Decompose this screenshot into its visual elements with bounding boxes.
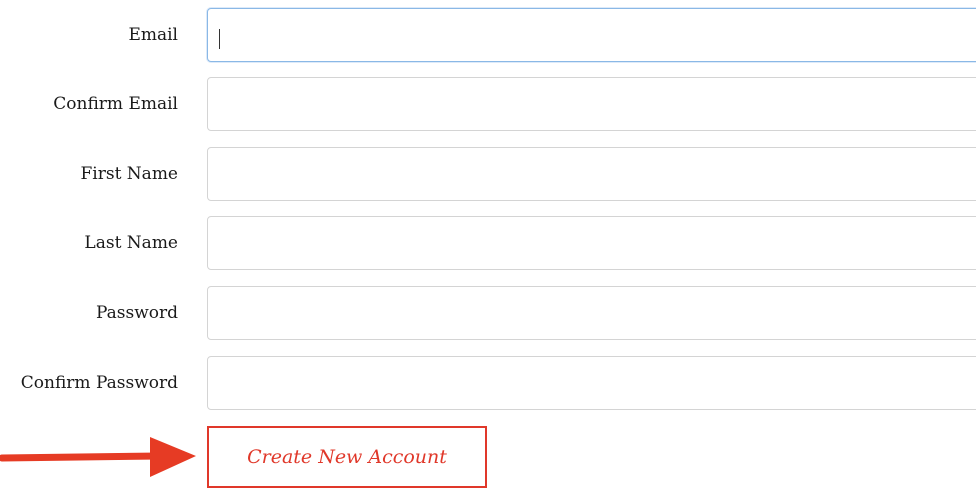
confirm-email-field[interactable] bbox=[207, 77, 976, 131]
last-name-label: Last Name bbox=[84, 233, 178, 253]
password-row: Password bbox=[0, 286, 976, 340]
confirm-password-field[interactable] bbox=[207, 356, 976, 410]
email-label: Email bbox=[128, 25, 178, 45]
last-name-field[interactable] bbox=[207, 216, 976, 270]
last-name-row: Last Name bbox=[0, 216, 976, 270]
text-caret bbox=[219, 29, 220, 49]
email-row: Email bbox=[0, 8, 976, 62]
email-field[interactable] bbox=[207, 8, 976, 62]
first-name-label: First Name bbox=[80, 164, 178, 184]
confirm-email-label: Confirm Email bbox=[53, 94, 178, 114]
confirm-password-label: Confirm Password bbox=[20, 373, 178, 393]
first-name-field[interactable] bbox=[207, 147, 976, 201]
arrow-right-icon bbox=[0, 437, 196, 477]
password-label: Password bbox=[95, 303, 178, 323]
first-name-row: First Name bbox=[0, 147, 976, 201]
password-field[interactable] bbox=[207, 286, 976, 340]
confirm-email-row: Confirm Email bbox=[0, 77, 976, 131]
create-account-button[interactable]: Create New Account bbox=[207, 426, 487, 488]
confirm-password-row: Confirm Password bbox=[0, 356, 976, 410]
